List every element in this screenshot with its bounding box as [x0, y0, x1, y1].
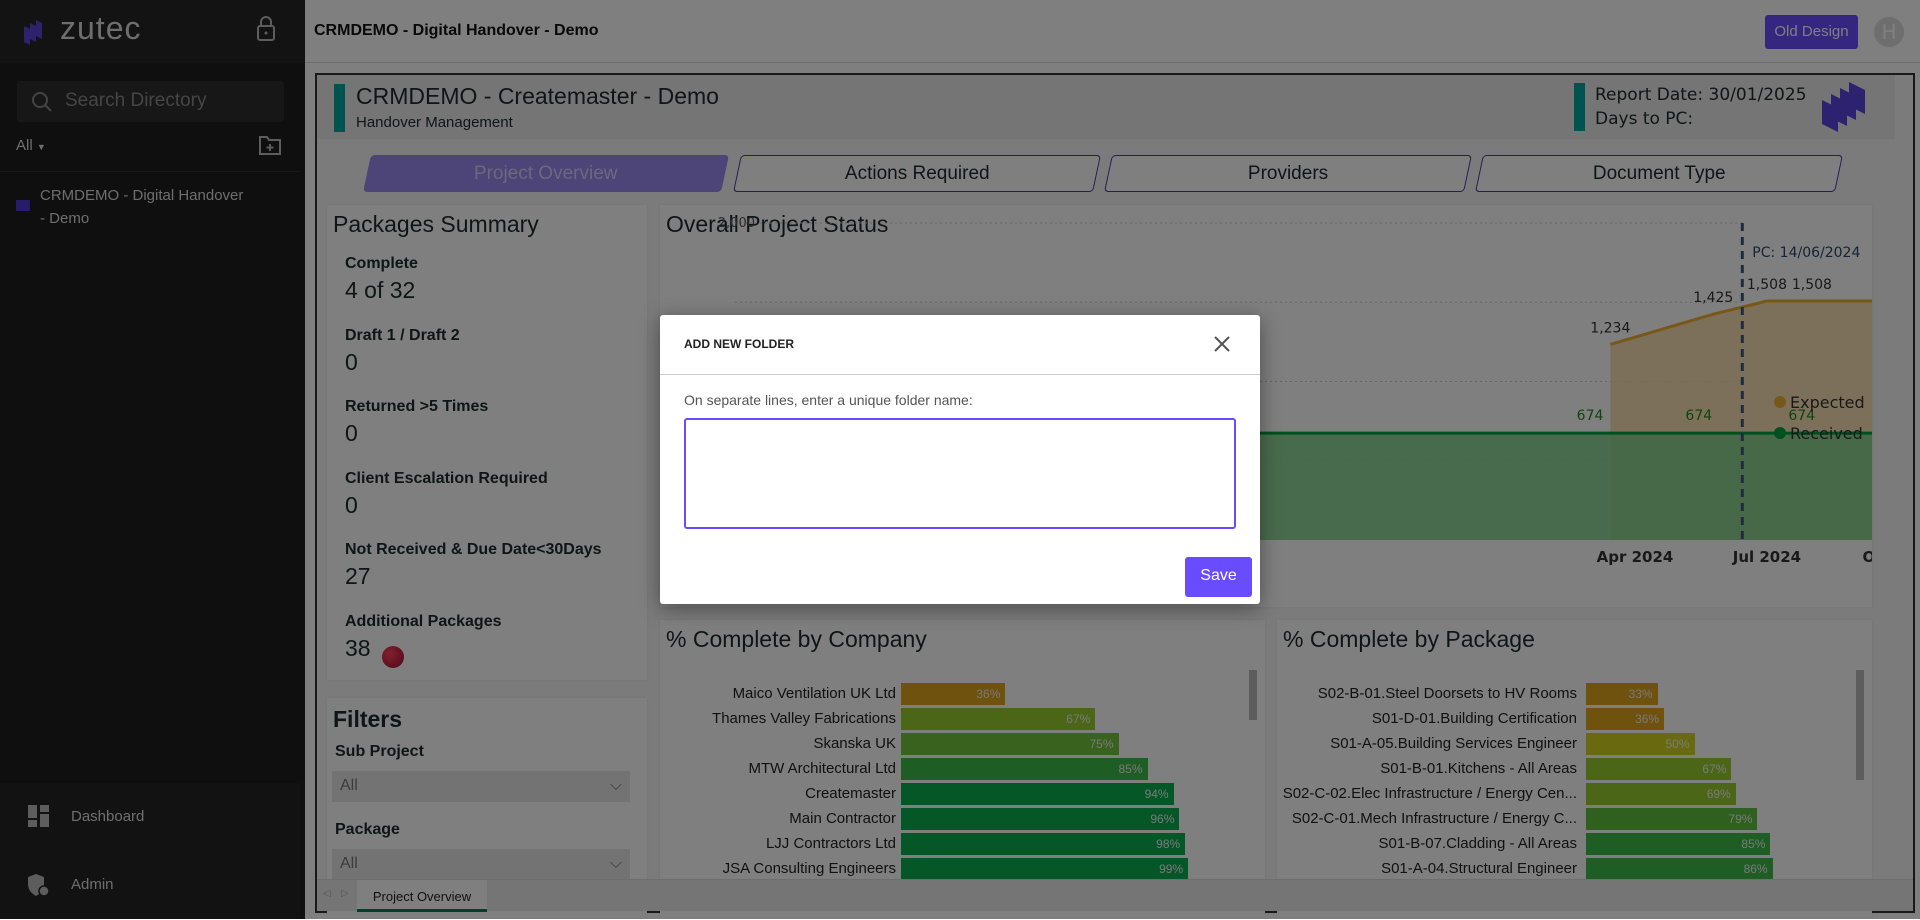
modal-divider — [660, 374, 1260, 375]
modal-instruction: On separate lines, enter a unique folder… — [684, 392, 973, 408]
close-icon[interactable] — [1213, 335, 1231, 353]
add-folder-modal: ADD NEW FOLDER On separate lines, enter … — [660, 315, 1260, 604]
save-button[interactable]: Save — [1185, 557, 1252, 597]
modal-title: ADD NEW FOLDER — [684, 337, 794, 351]
folder-names-textarea[interactable] — [684, 418, 1236, 529]
